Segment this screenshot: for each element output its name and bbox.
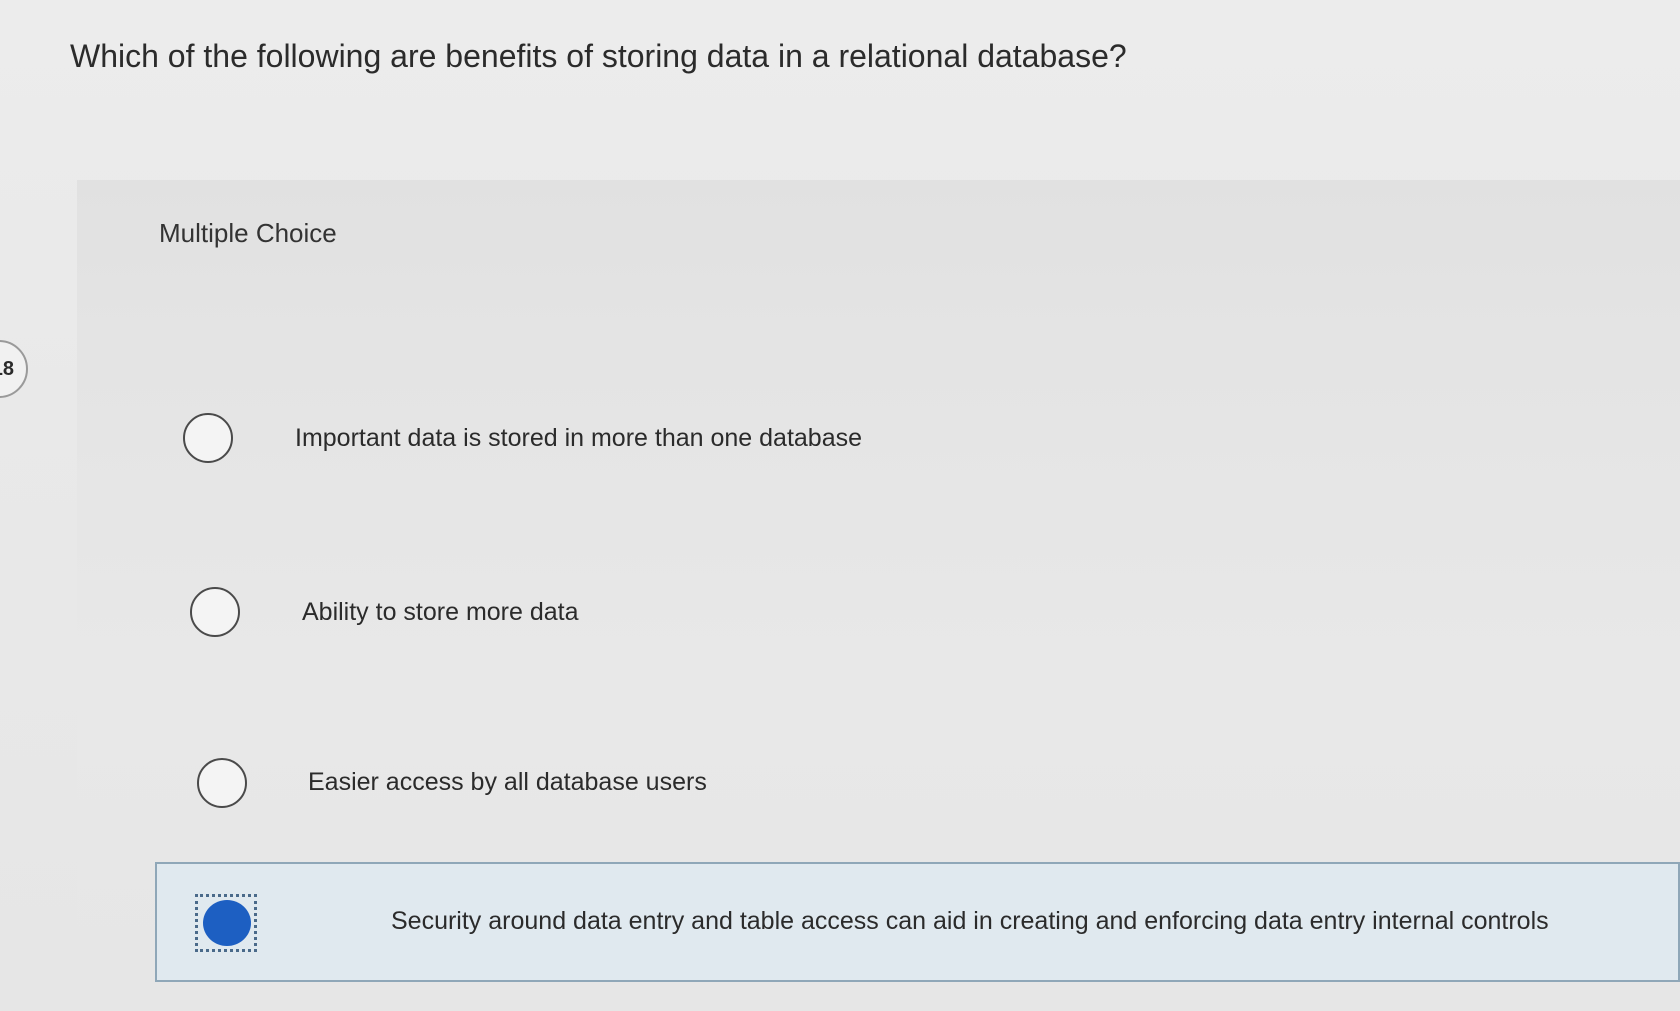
radio-button-2[interactable] (190, 587, 240, 637)
panel-header: Multiple Choice (159, 218, 337, 248)
choice-2[interactable]: Ability to store more data (77, 582, 1680, 672)
choices-panel: Multiple Choice Important data is stored… (77, 180, 1680, 1011)
choice-1-label: Important data is stored in more than on… (295, 424, 863, 452)
question-text: Which of the following are benefits of s… (70, 38, 1127, 74)
choice-1[interactable]: Important data is stored in more than on… (77, 408, 1680, 498)
choice-2-label: Ability to store more data (302, 598, 579, 626)
question-number-badge: 18 (0, 340, 28, 398)
choice-4-label: Security around data entry and table acc… (391, 907, 1549, 935)
question-number: 18 (0, 358, 14, 380)
choice-4[interactable]: Security around data entry and table acc… (155, 862, 1680, 982)
choice-3[interactable]: Easier access by all database users (77, 753, 1680, 843)
radio-button-1[interactable] (183, 413, 233, 463)
radio-button-4-selected[interactable] (203, 900, 251, 946)
focus-indicator (195, 894, 257, 952)
choice-3-label: Easier access by all database users (308, 768, 707, 796)
radio-button-3[interactable] (197, 758, 247, 808)
